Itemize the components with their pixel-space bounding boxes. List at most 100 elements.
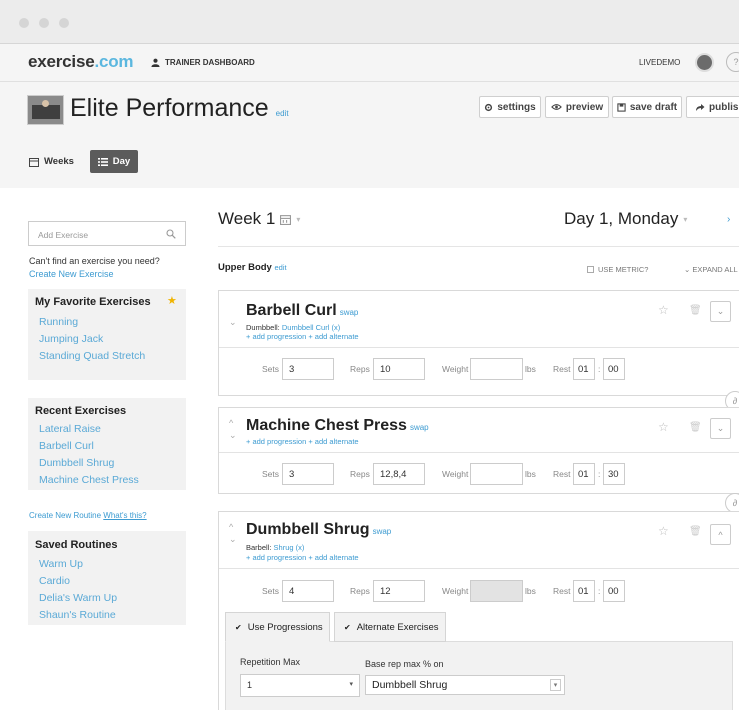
rest-seconds-input[interactable]: 30 <box>603 463 625 485</box>
equipment-link[interactable]: Shrug (x) <box>274 543 305 552</box>
create-new-exercise-link[interactable]: Create New Exercise <box>29 269 114 279</box>
recent-item[interactable]: Machine Chest Press <box>39 472 186 489</box>
favorite-item[interactable]: Running <box>39 314 186 331</box>
routine-item[interactable]: Cardio <box>39 573 186 590</box>
list-icon <box>97 157 108 166</box>
collapse-chevron-icon[interactable]: ⌄ <box>229 534 237 545</box>
add-alternate-link[interactable]: + add alternate <box>308 553 358 562</box>
equipment-link[interactable]: Dumbbell Curl (x) <box>282 323 340 332</box>
browser-chrome <box>0 0 739 44</box>
window-minimize-dot[interactable] <box>39 18 49 28</box>
add-exercise-search-input[interactable]: Add Exercise <box>28 221 186 246</box>
page-title: Elite Performance edit <box>70 94 289 122</box>
chevron-up-icon[interactable]: ^ <box>229 522 233 532</box>
preview-button[interactable]: preview <box>545 96 609 118</box>
exercise-card-machine-chest-press: ^ ⌄ Machine Chest Press swap + add progre… <box>218 407 739 494</box>
whats-this-link[interactable]: What's this? <box>103 511 146 520</box>
swap-link[interactable]: swap <box>373 527 392 536</box>
create-new-routine-link[interactable]: Create New Routine What's this? <box>29 511 147 520</box>
tab-use-progressions[interactable]: ✔ Use Progressions <box>225 612 330 642</box>
trash-icon[interactable]: 🗑 <box>689 526 702 537</box>
exercise-card-dumbbell-shrug: ^ ⌄ Dumbbell Shrug swap Barbell: Shrug (x… <box>218 511 739 710</box>
rest-minutes-input[interactable]: 01 <box>573 580 595 602</box>
recent-item[interactable]: Dumbbell Shrug <box>39 455 186 472</box>
trash-icon[interactable]: 🗑 <box>689 305 702 316</box>
site-logo[interactable]: exercise.com <box>28 52 134 72</box>
expand-button[interactable]: ⌄ <box>710 301 731 322</box>
help-button[interactable]: ? <box>726 52 739 72</box>
add-alternate-link[interactable]: + add alternate <box>308 332 358 341</box>
trainer-dashboard-link[interactable]: TRAINER DASHBOARD <box>151 58 255 67</box>
favorite-item[interactable]: Standing Quad Stretch <box>39 348 186 365</box>
rest-label: Rest <box>553 364 571 374</box>
window-zoom-dot[interactable] <box>59 18 69 28</box>
weight-input[interactable] <box>470 358 523 380</box>
favorite-star-icon[interactable]: ☆ <box>658 303 669 317</box>
favorite-star-icon[interactable]: ☆ <box>658 420 669 434</box>
day-view-button[interactable]: Day <box>90 150 138 173</box>
expand-button[interactable]: ⌄ <box>710 418 731 439</box>
link-exercises-icon[interactable]: ∂ <box>725 493 739 513</box>
day-selector[interactable]: Day 1, Monday ▾ <box>564 209 687 229</box>
sets-label: Sets <box>262 469 280 479</box>
settings-button[interactable]: settings <box>479 96 541 118</box>
chevron-up-icon[interactable]: ^ <box>229 418 233 428</box>
collapse-chevron-icon[interactable]: ⌄ <box>229 317 237 328</box>
weeks-view-button[interactable]: Weeks <box>29 150 74 173</box>
edit-section-link[interactable]: edit <box>274 263 286 272</box>
saved-routines-title: Saved Routines <box>35 539 118 551</box>
reps-input[interactable]: 12,8,4 <box>373 463 425 485</box>
sets-input[interactable]: 3 <box>282 463 334 485</box>
routine-item[interactable]: Warm Up <box>39 556 186 573</box>
favorites-title: My Favorite Exercises <box>35 296 151 308</box>
rest-minutes-input[interactable]: 01 <box>573 358 595 380</box>
recent-item[interactable]: Barbell Curl <box>39 438 186 455</box>
save-draft-button[interactable]: save draft <box>612 96 682 118</box>
tab-alternate-exercises[interactable]: ✔ Alternate Exercises <box>334 612 446 642</box>
add-progression-link[interactable]: + add progression <box>246 553 306 562</box>
checkbox-icon <box>587 266 594 273</box>
sets-input[interactable]: 4 <box>282 580 334 602</box>
exercise-name: Barbell Curl swap <box>246 302 359 319</box>
routine-item[interactable]: Shaun's Routine <box>39 607 186 624</box>
cant-find-text: Can't find an exercise you need? <box>29 256 160 266</box>
repetition-max-select[interactable]: 1 ▾ <box>240 674 360 697</box>
weight-label: Weight <box>442 586 469 596</box>
next-day-arrow-icon[interactable]: › <box>727 214 730 225</box>
weight-input[interactable] <box>470 580 523 602</box>
edit-title-link[interactable]: edit <box>276 109 289 118</box>
swap-link[interactable]: swap <box>340 308 359 317</box>
reps-input[interactable]: 12 <box>373 580 425 602</box>
routine-item[interactable]: Delia's Warm Up <box>39 590 186 607</box>
avatar[interactable] <box>695 53 714 72</box>
publish-button[interactable]: publish <box>686 96 739 118</box>
favorite-star-icon[interactable]: ☆ <box>658 524 669 538</box>
collapse-chevron-icon[interactable]: ⌄ <box>229 430 237 441</box>
week-selector[interactable]: Week 1 ▾ <box>218 209 300 229</box>
swap-link[interactable]: swap <box>410 423 429 432</box>
reps-label: Reps <box>350 469 370 479</box>
base-rep-max-label: Base rep max % on <box>365 659 444 669</box>
reps-input[interactable]: 10 <box>373 358 425 380</box>
window-close-dot[interactable] <box>19 18 29 28</box>
recent-title: Recent Exercises <box>35 405 127 417</box>
use-metric-checkbox[interactable]: USE METRIC? <box>587 265 648 274</box>
chevron-down-icon: ▾ <box>296 214 301 224</box>
username[interactable]: LIVEDEMO <box>639 58 680 67</box>
share-arrow-icon <box>696 103 705 111</box>
rest-seconds-input[interactable]: 00 <box>603 580 625 602</box>
trash-icon[interactable]: 🗑 <box>689 422 702 433</box>
add-progression-link[interactable]: + add progression <box>246 437 306 446</box>
weight-input[interactable] <box>470 463 523 485</box>
expand-all-button[interactable]: ⌄ EXPAND ALL <box>684 265 738 274</box>
favorite-item[interactable]: Jumping Jack <box>39 331 186 348</box>
sets-input[interactable]: 3 <box>282 358 334 380</box>
collapse-button[interactable]: ^ <box>710 524 731 545</box>
rest-minutes-input[interactable]: 01 <box>573 463 595 485</box>
recent-item[interactable]: Lateral Raise <box>39 421 186 438</box>
base-rep-max-select[interactable]: Dumbbell Shrug ▾ <box>365 675 565 695</box>
chevron-up-icon: ^ <box>718 529 723 540</box>
add-alternate-link[interactable]: + add alternate <box>308 437 358 446</box>
rest-seconds-input[interactable]: 00 <box>603 358 625 380</box>
add-progression-link[interactable]: + add progression <box>246 332 306 341</box>
